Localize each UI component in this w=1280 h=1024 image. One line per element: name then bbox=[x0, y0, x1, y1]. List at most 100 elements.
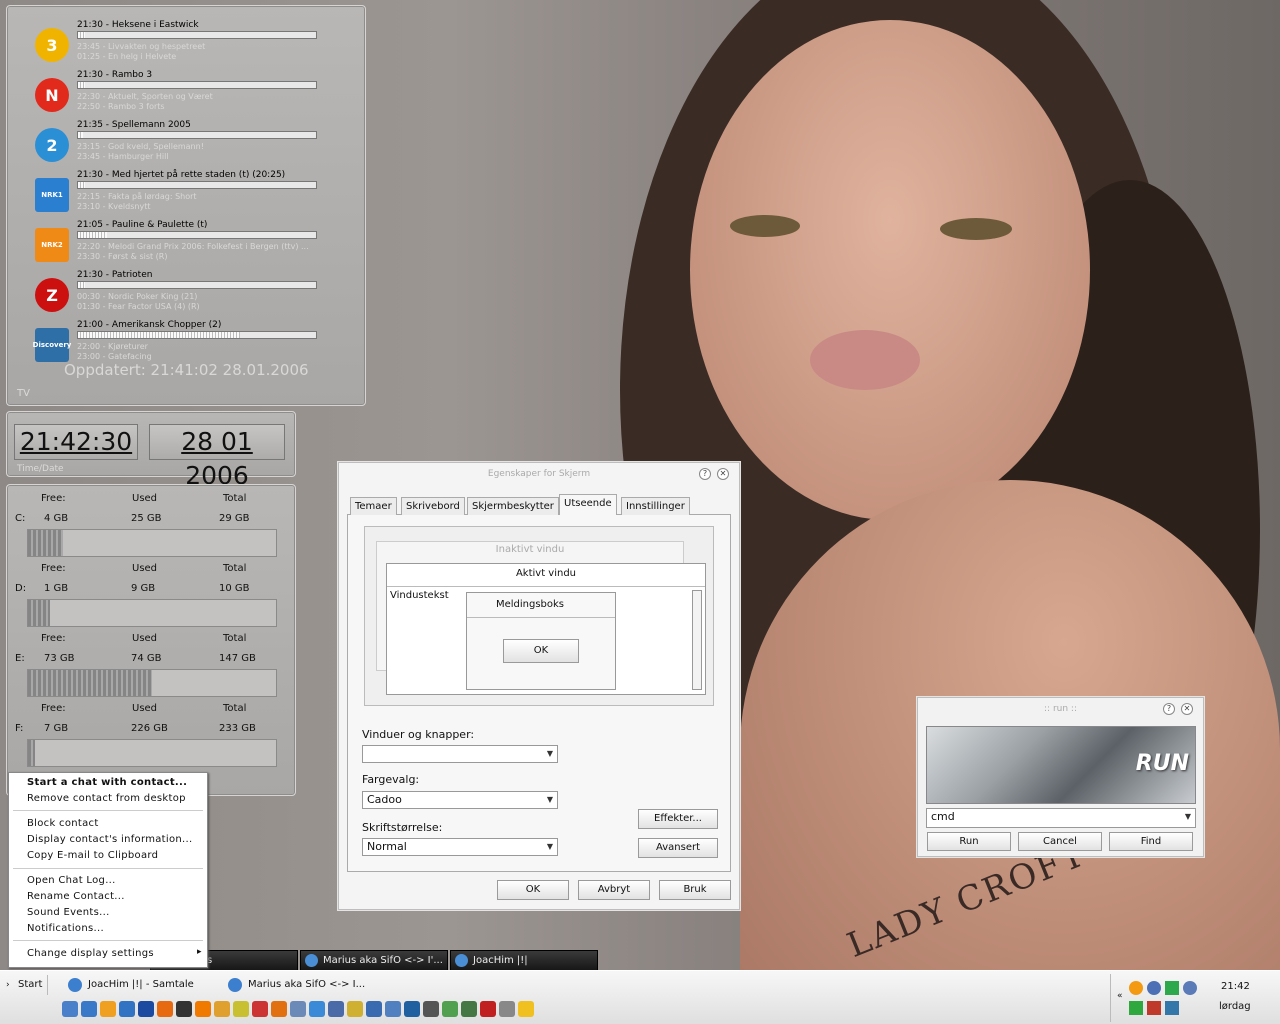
run-command-input[interactable]: cmd ▼ bbox=[926, 808, 1196, 828]
run-window[interactable]: :: run :: ? ✕ RUN cmd ▼ Run Cancel Find bbox=[917, 697, 1204, 857]
tv-row: N 21:30 - Rambo 3 22:30 - Aktuelt, Sporten… bbox=[35, 70, 335, 120]
menu-copy-email[interactable]: Copy E-mail to Clipboard bbox=[27, 850, 158, 861]
tray-clock[interactable]: 21:42 bbox=[1221, 981, 1250, 992]
run-icon[interactable] bbox=[404, 1001, 420, 1017]
menu-remove-contact[interactable]: Remove contact from desktop bbox=[27, 793, 186, 804]
apply-button[interactable]: Bruk bbox=[659, 880, 731, 900]
menu-sound-events[interactable]: Sound Events... bbox=[27, 907, 110, 918]
globe-icon[interactable] bbox=[119, 1001, 135, 1017]
task-button-joachim[interactable]: JoacHim |!| bbox=[450, 950, 598, 972]
firefox-icon[interactable] bbox=[157, 1001, 173, 1017]
tray-day: lørdag bbox=[1219, 1001, 1251, 1012]
taskbar-task-joachim[interactable]: JoacHim |!| - Samtale bbox=[66, 975, 216, 995]
network-icon[interactable] bbox=[290, 1001, 306, 1017]
windows-buttons-select[interactable]: ▼ bbox=[362, 745, 558, 763]
chevron-down-icon: ▼ bbox=[546, 795, 554, 804]
outlook-icon[interactable] bbox=[81, 1001, 97, 1017]
menu-open-chat-log[interactable]: Open Chat Log... bbox=[27, 875, 116, 886]
menu-separator bbox=[13, 810, 203, 811]
drive-free: 7 GB bbox=[44, 723, 69, 734]
settings-icon[interactable] bbox=[499, 1001, 515, 1017]
tab-themes[interactable]: Temaer bbox=[350, 497, 397, 515]
ie-icon[interactable] bbox=[62, 1001, 78, 1017]
channel-logo-icon: N bbox=[35, 78, 69, 112]
messenger-tray-icon[interactable] bbox=[1147, 981, 1161, 995]
nfs-icon[interactable] bbox=[461, 1001, 477, 1017]
clock-label: Time/Date bbox=[17, 464, 64, 474]
help-icon[interactable]: ? bbox=[1163, 703, 1175, 715]
terminal-icon[interactable] bbox=[423, 1001, 439, 1017]
menu-notifications[interactable]: Notifications... bbox=[27, 923, 104, 934]
tab-desktop[interactable]: Skrivebord bbox=[401, 497, 465, 515]
color-scheme-select[interactable]: Cadoo ▼ bbox=[362, 791, 558, 809]
chat-icon[interactable] bbox=[233, 1001, 249, 1017]
contact-context-menu[interactable]: Start a chat with contact... Remove cont… bbox=[8, 772, 208, 968]
firefox-tray-icon[interactable] bbox=[1129, 981, 1143, 995]
tab-appearance[interactable]: Utseende bbox=[559, 494, 617, 515]
run-window-title: :: run :: bbox=[1044, 704, 1077, 714]
tab-settings[interactable]: Innstillinger bbox=[621, 497, 690, 515]
used-header: Used bbox=[132, 493, 158, 504]
font-size-select[interactable]: Normal ▼ bbox=[362, 838, 558, 856]
tv-program-title: 21:35 - Spellemann 2005 bbox=[77, 120, 191, 130]
task-button-marius[interactable]: Marius aka SifO <-> I'... bbox=[300, 950, 448, 972]
ok-button[interactable]: OK bbox=[497, 880, 569, 900]
advanced-button[interactable]: Avansert bbox=[638, 838, 718, 858]
close-icon[interactable]: ✕ bbox=[1181, 703, 1193, 715]
update-tray-icon[interactable] bbox=[1165, 981, 1179, 995]
mail-icon[interactable] bbox=[347, 1001, 363, 1017]
menu-block-contact[interactable]: Block contact bbox=[27, 818, 99, 829]
drive-used: 74 GB bbox=[131, 653, 162, 664]
taskbar-task-marius[interactable]: Marius aka SifO <-> I... bbox=[226, 975, 386, 995]
chevron-left-icon[interactable]: « bbox=[1117, 991, 1123, 1001]
folder-icon[interactable] bbox=[328, 1001, 344, 1017]
find-button[interactable]: Find bbox=[1109, 832, 1193, 851]
image-icon[interactable] bbox=[442, 1001, 458, 1017]
cancel-button[interactable]: Avbryt bbox=[578, 880, 650, 900]
volume-tray-icon[interactable] bbox=[1165, 1001, 1179, 1015]
tab-screensaver[interactable]: Skjermbeskytter bbox=[467, 497, 559, 515]
help-icon[interactable]: ? bbox=[699, 468, 711, 480]
messenger-icon[interactable] bbox=[100, 1001, 116, 1017]
effects-button[interactable]: Effekter... bbox=[638, 809, 718, 829]
run-button[interactable]: Run bbox=[927, 832, 1011, 851]
drive-total: 147 GB bbox=[219, 653, 256, 664]
outlook-express-icon[interactable] bbox=[366, 1001, 382, 1017]
taskbar: › Start JoacHim |!| - Samtale Marius aka … bbox=[0, 970, 1280, 1024]
run-command-value: cmd bbox=[931, 810, 955, 823]
menu-separator bbox=[13, 940, 203, 941]
face-shape bbox=[690, 20, 1090, 520]
run-cancel-button[interactable]: Cancel bbox=[1018, 832, 1102, 851]
skype-icon[interactable] bbox=[385, 1001, 401, 1017]
word-icon[interactable] bbox=[138, 1001, 154, 1017]
vlc-icon[interactable] bbox=[195, 1001, 211, 1017]
menu-contact-info[interactable]: Display contact's information... bbox=[27, 834, 192, 845]
antivirus-tray-icon[interactable] bbox=[1129, 1001, 1143, 1015]
drive-used: 25 GB bbox=[131, 513, 162, 524]
tv2-icon[interactable] bbox=[480, 1001, 496, 1017]
pencil-icon[interactable] bbox=[214, 1001, 230, 1017]
run-banner-text: RUN bbox=[1135, 751, 1189, 776]
menu-start-chat[interactable]: Start a chat with contact... bbox=[27, 777, 187, 788]
channel-logo-icon: 2 bbox=[35, 128, 69, 162]
network-tray-icon[interactable] bbox=[1183, 981, 1197, 995]
tv-progress-fill bbox=[78, 132, 83, 138]
start-button[interactable]: › Start bbox=[2, 975, 48, 995]
favorites-icon[interactable] bbox=[518, 1001, 534, 1017]
close-icon[interactable]: ✕ bbox=[717, 468, 729, 480]
menu-rename-contact[interactable]: Rename Contact... bbox=[27, 891, 125, 902]
menu-display-settings[interactable]: Change display settings bbox=[27, 948, 154, 959]
security-tray-icon[interactable] bbox=[1147, 1001, 1161, 1015]
media-icon[interactable] bbox=[176, 1001, 192, 1017]
tv-later-program: 01:25 - En helg i Helvete bbox=[77, 52, 177, 61]
tv-later-program: 23:10 - Kveldsnytt bbox=[77, 202, 151, 211]
game-icon[interactable] bbox=[271, 1001, 287, 1017]
tv-next-program: 22:00 - Kjøreturer bbox=[77, 342, 148, 351]
opera-icon[interactable] bbox=[252, 1001, 268, 1017]
palette-icon[interactable] bbox=[309, 1001, 325, 1017]
messenger-icon bbox=[68, 978, 82, 992]
system-tray: « bbox=[1110, 974, 1200, 1022]
drive-free: 1 GB bbox=[44, 583, 69, 594]
tv-progress-bar bbox=[77, 181, 317, 189]
display-properties-window[interactable]: Egenskaper for Skjerm ? ✕ Temaer Skriveb… bbox=[338, 462, 740, 910]
